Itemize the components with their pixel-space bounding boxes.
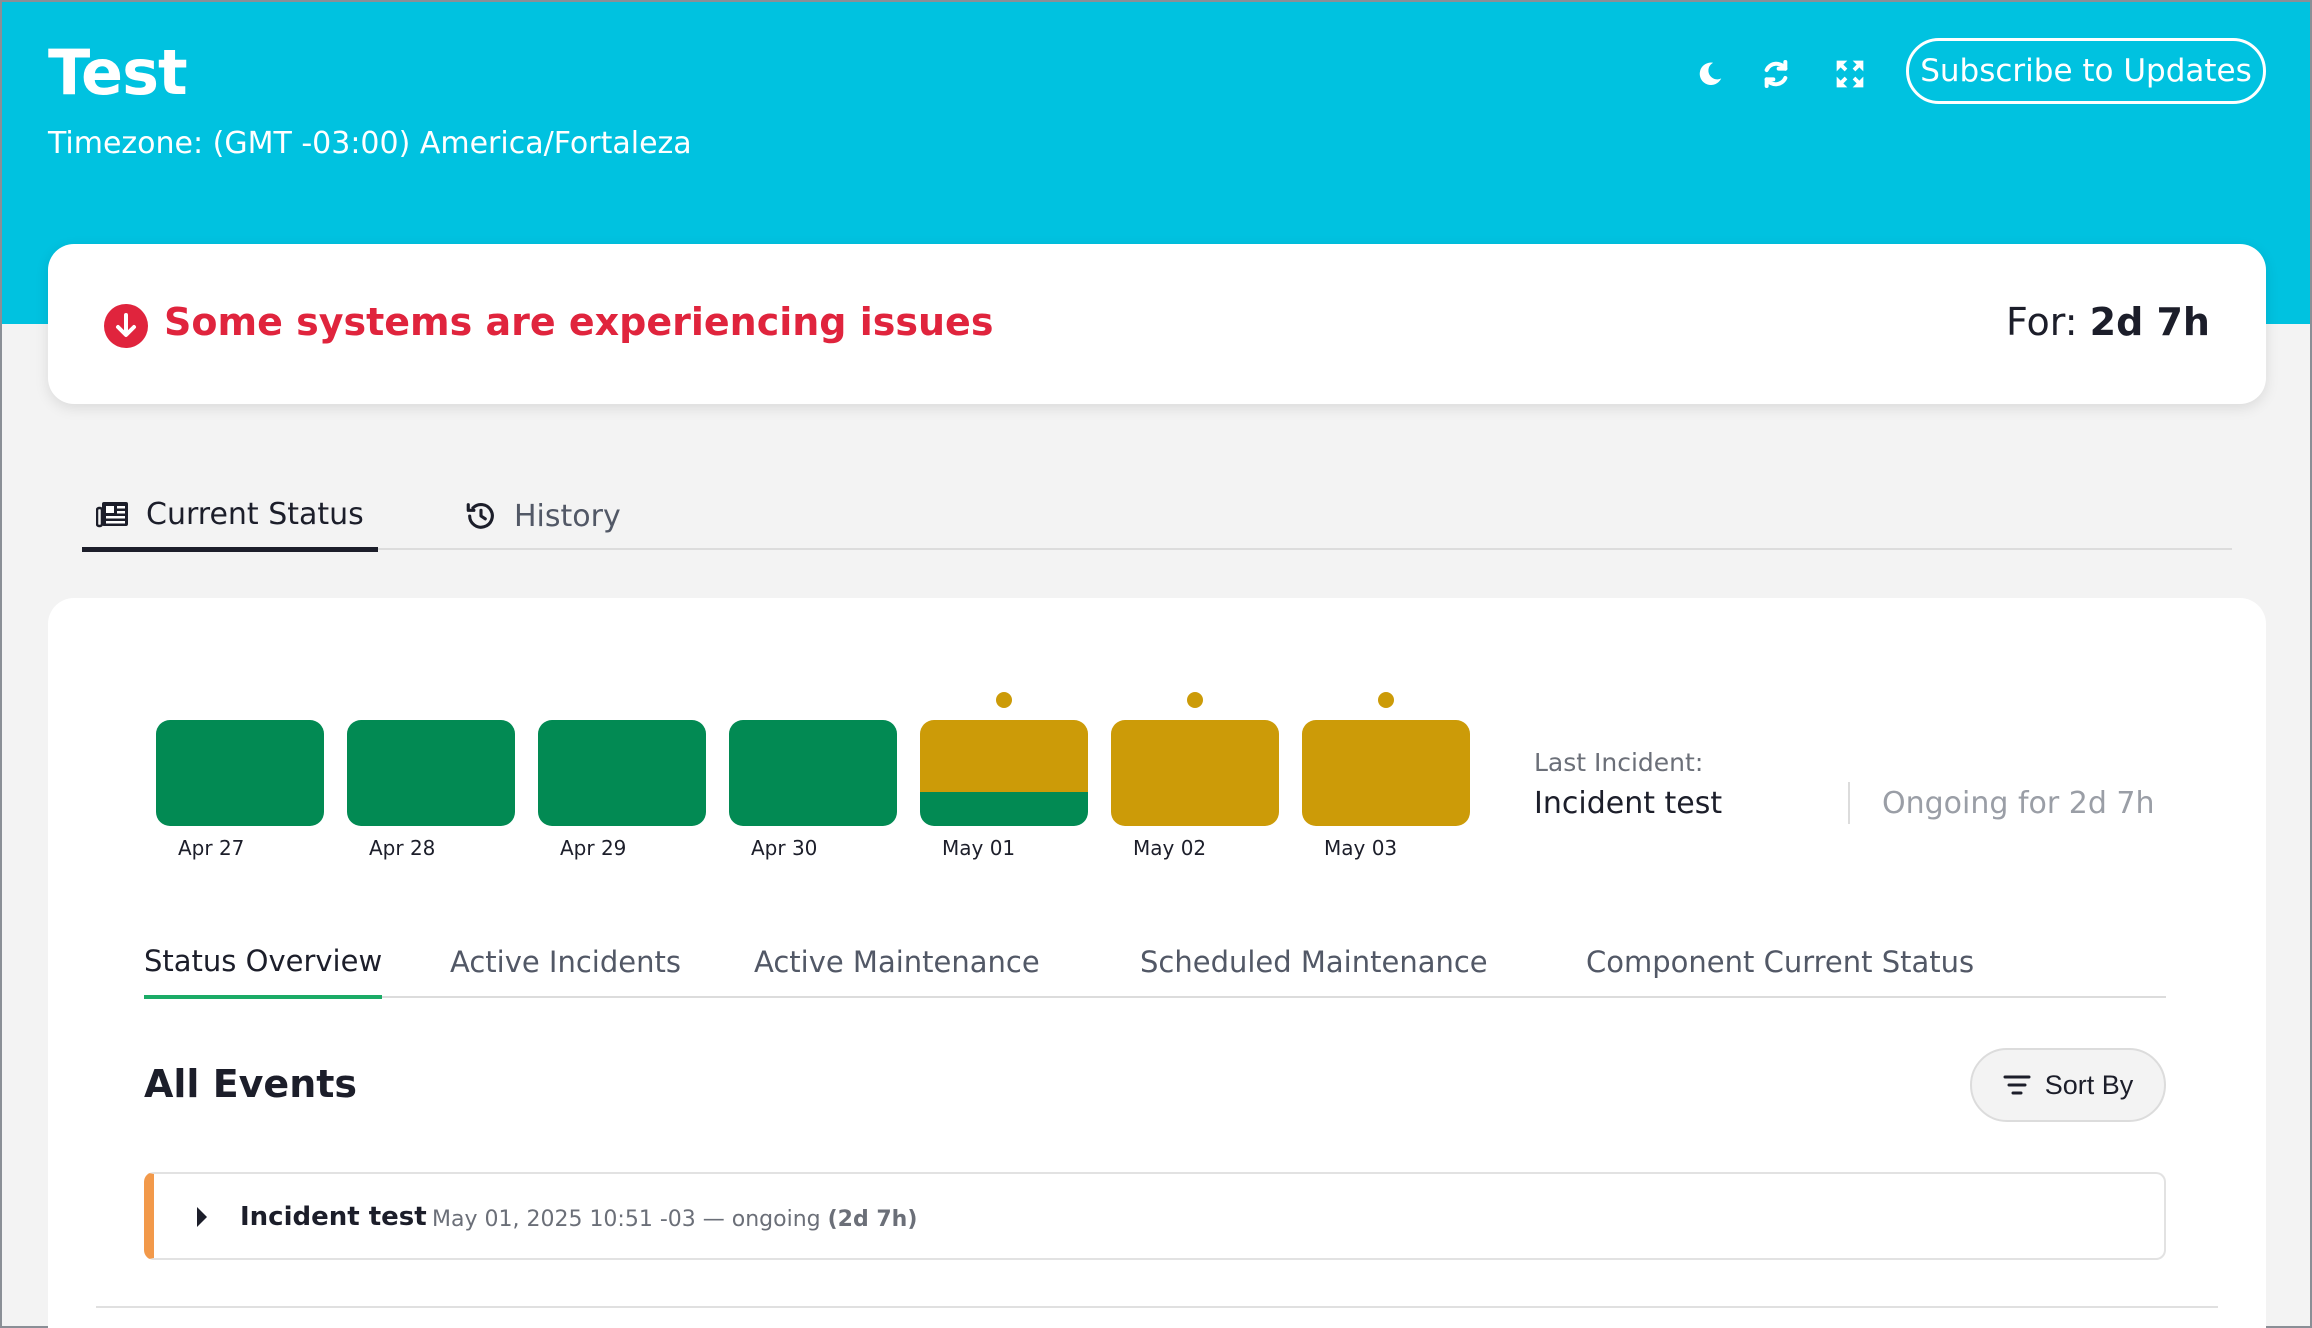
timeline-day[interactable]: May 03 <box>1302 692 1470 860</box>
last-incident-label: Last Incident: <box>1534 748 1704 777</box>
timeline-day[interactable]: Apr 30 <box>729 720 897 860</box>
timeline-day-label: Apr 30 <box>751 836 818 860</box>
newspaper-icon <box>96 500 130 530</box>
event-row[interactable]: Incident test May 01, 2025 10:51 -03 — o… <box>144 1172 2166 1260</box>
timeline-bar[interactable] <box>538 720 706 826</box>
event-title: Incident test <box>240 1202 427 1232</box>
timeline-bar-fill <box>1111 720 1279 826</box>
timeline-bar-fill <box>729 720 897 826</box>
tab-current-status-label: Current Status <box>146 497 364 532</box>
overview-tabs: Status Overview Active Incidents Active … <box>144 926 2166 999</box>
sort-by-button[interactable]: Sort By <box>1970 1048 2166 1122</box>
timeline-bar[interactable] <box>729 720 897 826</box>
timeline-bar-operational-fill <box>920 792 1088 826</box>
fullscreen-icon[interactable] <box>1832 56 1868 92</box>
tab-history-label: History <box>514 498 621 534</box>
last-incident-name[interactable]: Incident test <box>1534 786 1722 821</box>
timeline-day-label: Apr 28 <box>369 836 436 860</box>
tab-active-maintenance[interactable]: Active Maintenance <box>754 926 1040 998</box>
timeline-day[interactable]: Apr 28 <box>347 720 515 860</box>
refresh-icon[interactable] <box>1758 56 1794 92</box>
sort-by-label: Sort By <box>2044 1069 2134 1100</box>
incident-dot <box>1187 692 1203 708</box>
sort-icon <box>2003 1074 2031 1096</box>
incident-dot <box>996 692 1012 708</box>
timeline-bar-fill <box>347 720 515 826</box>
event-duration: (2d 7h) <box>827 1207 918 1232</box>
events-heading: All Events <box>144 1062 358 1106</box>
incident-dot <box>1378 692 1394 708</box>
timeline-day-label: May 03 <box>1324 836 1398 860</box>
timeline-day-label: May 02 <box>1133 836 1207 860</box>
timeline-bar[interactable] <box>920 720 1088 826</box>
status-duration-label: For: <box>2006 300 2090 344</box>
subscribe-button[interactable]: Subscribe to Updates <box>1906 38 2266 104</box>
divider <box>1848 782 1850 824</box>
tab-active-incidents[interactable]: Active Incidents <box>450 926 681 998</box>
timeline-bar-fill <box>156 720 324 826</box>
timeline-bar-fill <box>538 720 706 826</box>
timeline-bar[interactable] <box>1302 720 1470 826</box>
status-card: Apr 27 Apr 28 Apr 29 Apr 30 May 01 May 02 May … <box>48 598 2266 1328</box>
arrow-down-circle-icon <box>104 304 148 348</box>
event-timestamp: May 01, 2025 10:51 -03 — ongoing <box>432 1207 828 1232</box>
timeline-day-label: Apr 29 <box>560 836 627 860</box>
status-message: Some systems are experiencing issues <box>164 300 994 344</box>
caret-right-icon[interactable] <box>196 1206 208 1232</box>
history-icon <box>464 499 498 533</box>
status-duration-value: 2d 7h <box>2089 300 2210 344</box>
timeline-bar-fill <box>920 720 1088 792</box>
moon-icon[interactable] <box>1692 56 1728 92</box>
tab-component-current-status[interactable]: Component Current Status <box>1586 926 1974 998</box>
timeline-bar-fill <box>1302 720 1470 826</box>
tab-scheduled-maintenance[interactable]: Scheduled Maintenance <box>1140 926 1488 998</box>
timeline-bar[interactable] <box>156 720 324 826</box>
tab-status-overview[interactable]: Status Overview <box>144 926 383 999</box>
timeline-day-label: Apr 27 <box>178 836 245 860</box>
page-tabs: Current Status History <box>82 482 2232 552</box>
last-incident-duration: Ongoing for 2d 7h <box>1882 786 2155 821</box>
status-duration: For: 2d 7h <box>2006 300 2210 344</box>
timeline-day[interactable]: Apr 27 <box>156 720 324 860</box>
timeline-day[interactable]: May 01 <box>920 692 1088 860</box>
timeline-day[interactable]: May 02 <box>1111 692 1279 860</box>
timezone-label: Timezone: (GMT -03:00) America/Fortaleza <box>48 126 692 161</box>
page-title: Test <box>48 36 188 109</box>
tab-current-status[interactable]: Current Status <box>82 482 378 552</box>
timeline-bar[interactable] <box>1111 720 1279 826</box>
timeline-day[interactable]: Apr 29 <box>538 720 706 860</box>
event-time: May 01, 2025 10:51 -03 — ongoing (2d 7h) <box>432 1207 917 1232</box>
timeline-bar[interactable] <box>347 720 515 826</box>
status-banner: Some systems are experiencing issues For… <box>48 244 2266 404</box>
tab-history[interactable]: History <box>456 482 629 550</box>
divider <box>96 1306 2218 1308</box>
timeline-day-label: May 01 <box>942 836 1016 860</box>
